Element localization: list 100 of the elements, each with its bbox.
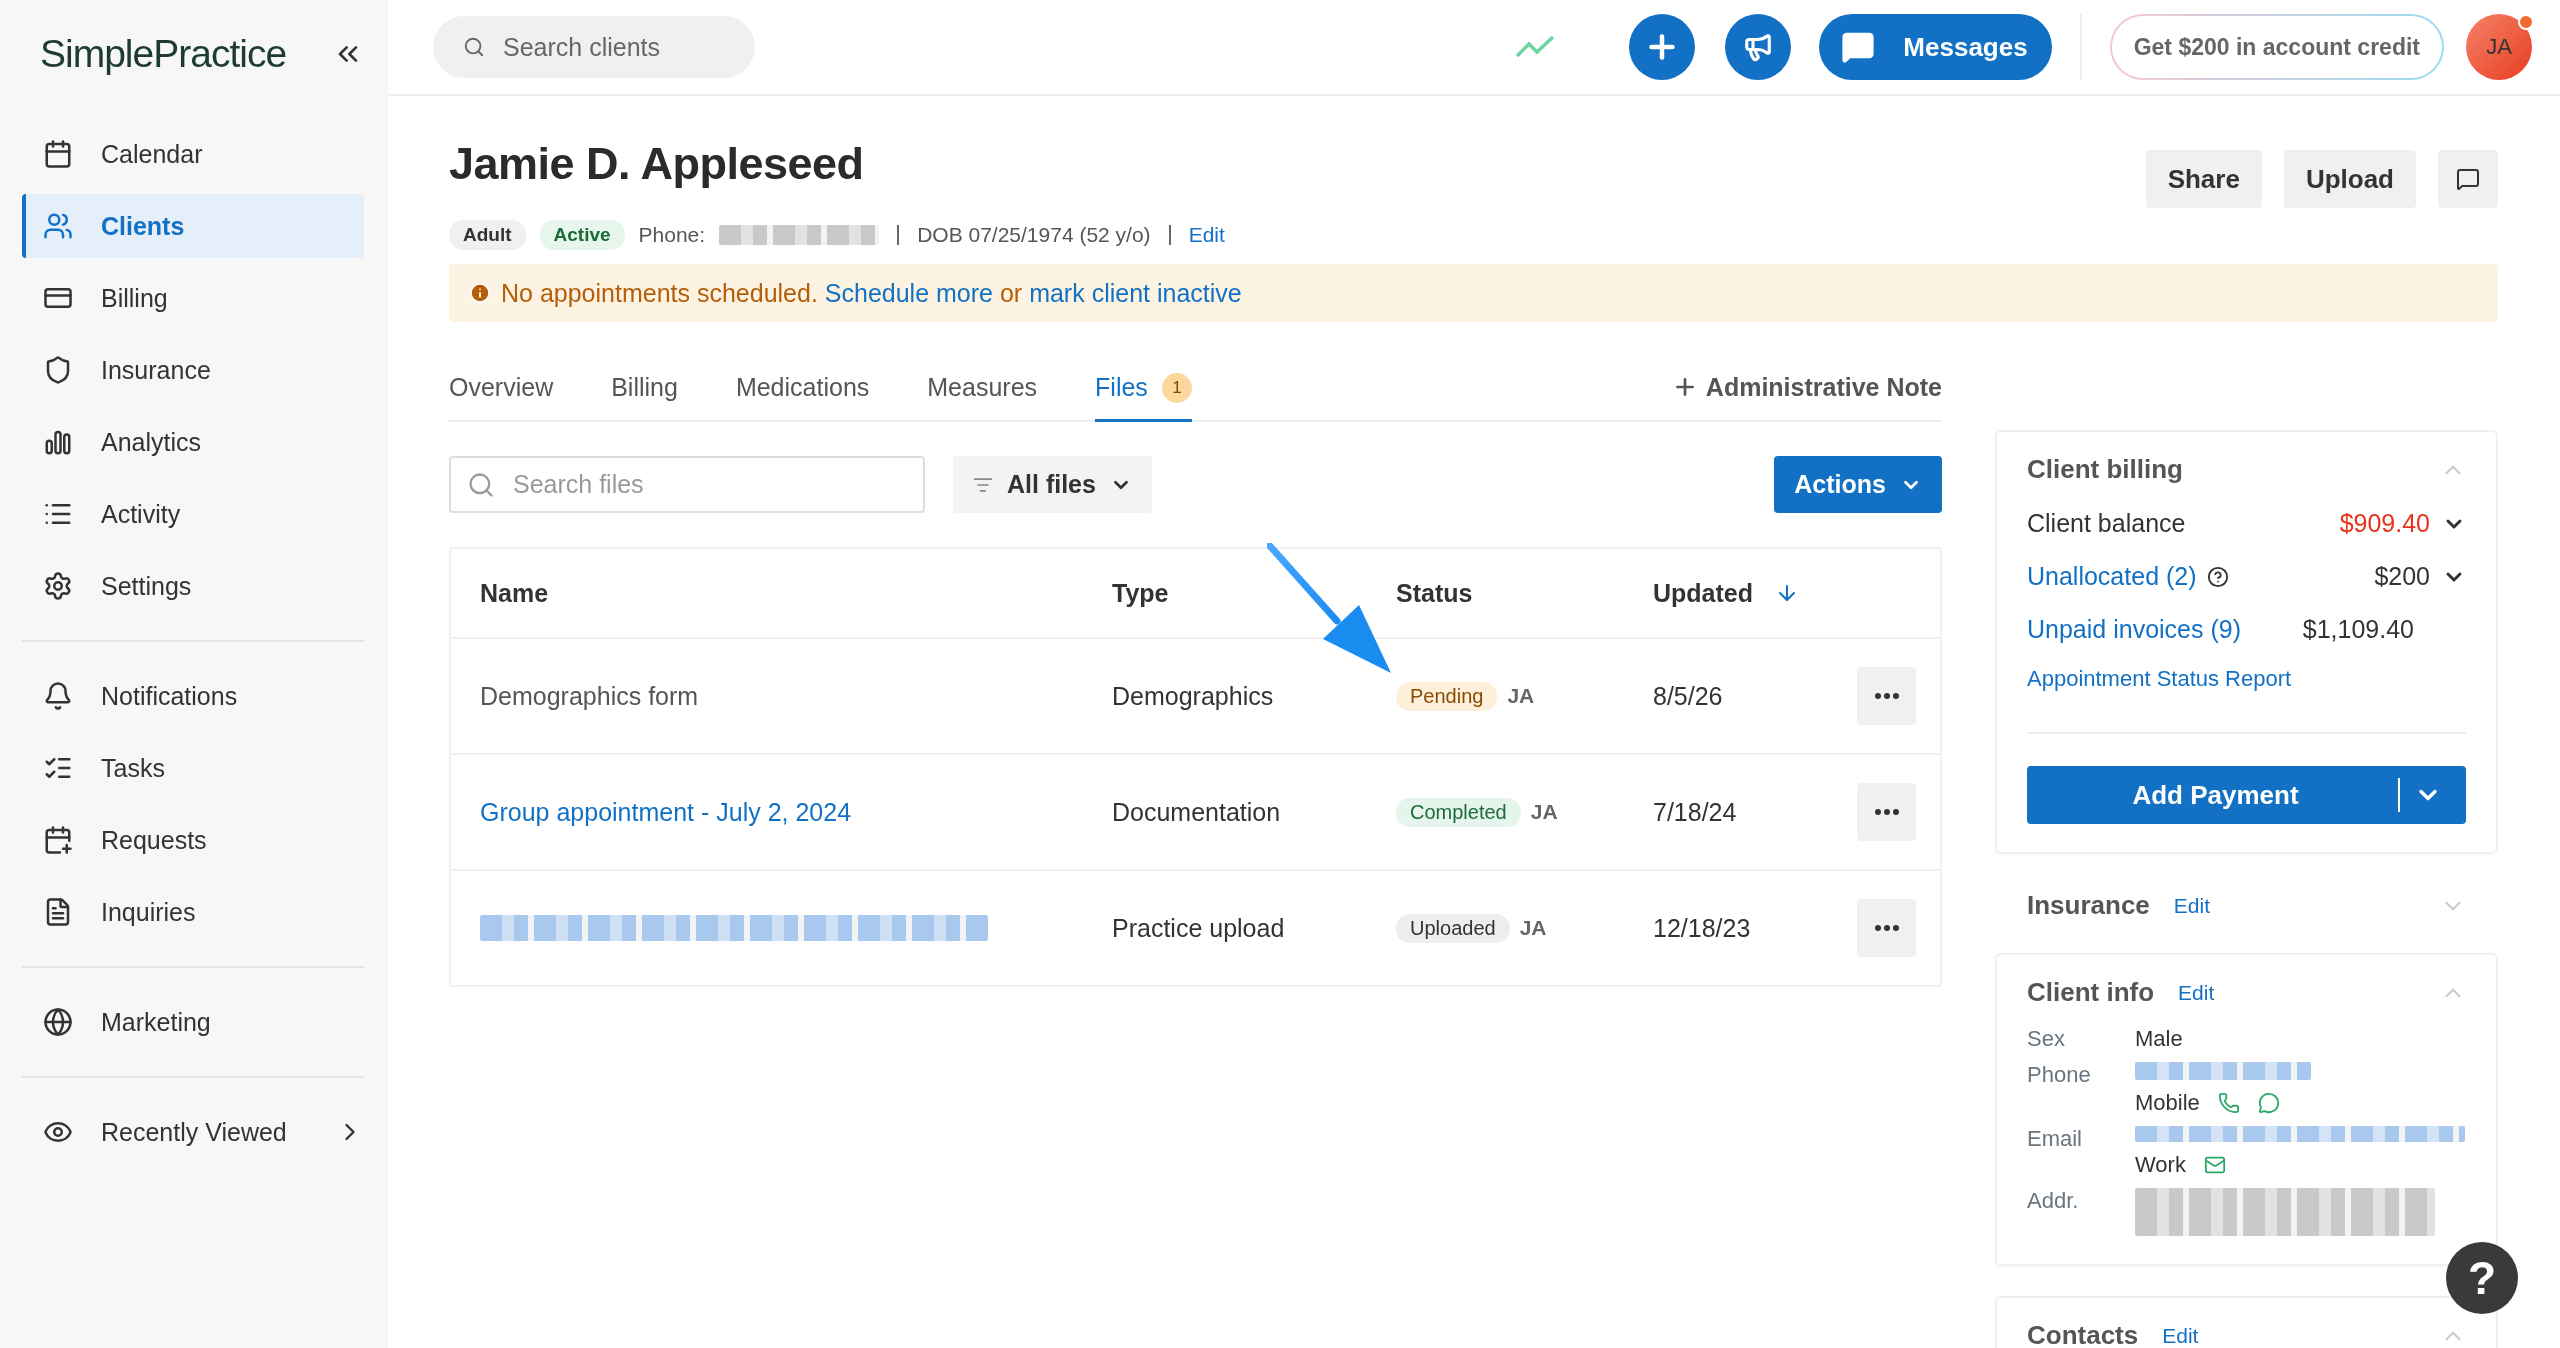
nav-item[interactable]: Insurance [22, 338, 364, 402]
phone-label: Phone: [638, 223, 706, 247]
calendar-icon [43, 139, 73, 169]
edit-link[interactable]: Edit [2178, 980, 2215, 1005]
help-button[interactable]: ? [2446, 1242, 2518, 1314]
field-label: Addr. [2027, 1188, 2080, 1215]
table-cell-text: 7/18/24 [1653, 797, 1738, 827]
search-icon [463, 36, 485, 58]
header-button[interactable]: Upload [2283, 150, 2416, 208]
field-label: Phone [2027, 1062, 2092, 1089]
tab[interactable]: Medications [735, 366, 870, 422]
phone-icon[interactable] [2217, 1092, 2240, 1114]
nav-item[interactable]: Analytics [22, 410, 364, 474]
column-header[interactable]: Updated [1653, 578, 1753, 608]
search-icon [467, 470, 495, 499]
amount: $909.40 [2339, 509, 2430, 538]
more-button[interactable] [1857, 783, 1916, 841]
alert-text: No appointments scheduled. Schedule more or mark client inactive [501, 278, 1242, 308]
nav-item[interactable]: Billing [22, 266, 364, 330]
settings-icon [43, 571, 73, 601]
tab[interactable]: Billing [611, 366, 678, 422]
filter-button[interactable]: All files [953, 456, 1152, 513]
calendar-plus-icon [43, 825, 73, 855]
field-label: Sex [2027, 1026, 2066, 1052]
ellipsis-icon [1874, 693, 1899, 699]
card-title: Client billing [2027, 454, 2183, 485]
billing-label: Client balance [2027, 509, 2186, 538]
nav-item[interactable]: Clients [22, 194, 364, 258]
nav-item[interactable]: Recently Viewed [22, 1100, 364, 1164]
speech-bubble-icon [1841, 30, 1876, 64]
search-field[interactable]: Search files [449, 456, 925, 513]
more-button[interactable] [1857, 667, 1916, 725]
nav-item[interactable]: Tasks [22, 736, 364, 800]
info-icon [469, 282, 491, 304]
bell-icon [43, 681, 73, 711]
field-value: Male [2135, 1026, 2184, 1052]
comment-button[interactable] [2438, 150, 2498, 208]
nav-item[interactable]: Marketing [22, 990, 364, 1054]
logo[interactable]: SimplePractice [40, 32, 287, 76]
messages-button[interactable]: Messages [1819, 14, 2052, 80]
comment-icon [2456, 167, 2480, 191]
column-header[interactable]: Name [480, 578, 1112, 608]
edit-link[interactable]: Edit [2162, 1323, 2199, 1348]
users-icon [43, 211, 73, 241]
admin-note-button[interactable]: Administrative Note [1671, 364, 1942, 420]
card-title: Insurance [2027, 890, 2150, 921]
mail-icon[interactable] [2203, 1154, 2226, 1176]
amount: $1,109.40 [2302, 615, 2414, 644]
header-button[interactable]: Share [2145, 150, 2262, 208]
client-tag: Adult [449, 220, 526, 250]
tab[interactable]: Overview [449, 366, 554, 422]
ellipsis-icon [1874, 809, 1899, 815]
table-cell-text: 12/18/23 [1653, 913, 1752, 943]
billing-link[interactable]: Unpaid invoices (9) [2027, 615, 2241, 644]
nav-item[interactable]: Inquiries [22, 880, 364, 944]
table-cell-text: Documentation [1112, 797, 1282, 827]
amount: $200 [2374, 562, 2430, 591]
nav-item[interactable]: Requests [22, 808, 364, 872]
count-badge: 1 [1161, 372, 1192, 403]
schedule-link[interactable]: Schedule more [824, 278, 993, 307]
megaphone-icon [1743, 32, 1774, 62]
avatar[interactable]: JA [2466, 14, 2532, 80]
dob-text: DOB 07/25/1974 (52 y/o) [917, 223, 1151, 247]
status-badge: Pending [1396, 681, 1498, 711]
more-button[interactable] [1857, 899, 1916, 957]
nav-item[interactable]: Calendar [22, 122, 364, 186]
field-sublabel: Work [2135, 1152, 2186, 1178]
table-cell-text: Practice upload [1112, 913, 1286, 943]
tab[interactable]: Measures [927, 366, 1038, 422]
table-cell-text: Demographics [1112, 681, 1275, 711]
help-icon[interactable] [2206, 565, 2229, 588]
search-field[interactable]: Search clients [433, 16, 755, 78]
chat-icon[interactable] [2257, 1092, 2280, 1114]
client-name: Jamie D. Appleseed [449, 138, 864, 190]
initials: JA [1507, 684, 1535, 708]
column-header[interactable]: Status [1396, 578, 1653, 608]
file-link[interactable]: Group appointment - July 2, 2024 [480, 797, 1112, 827]
file-name: Demographics form [480, 681, 700, 711]
actions-button[interactable]: Actions [1774, 456, 1942, 513]
billing-link[interactable]: Unallocated (2) [2027, 562, 2197, 591]
card-title: Contacts [2027, 1320, 2139, 1348]
initials: JA [1519, 916, 1547, 940]
card-title: Client info [2027, 977, 2155, 1008]
edit-link[interactable]: Edit [2173, 893, 2210, 918]
nav-item[interactable]: Settings [22, 554, 364, 618]
field-label: Email [2027, 1126, 2083, 1153]
field-sublabel: Mobile [2135, 1090, 2200, 1116]
nav-item[interactable]: Notifications [22, 664, 364, 728]
nav-item[interactable]: Activity [22, 482, 364, 546]
tab[interactable]: Files 1 [1095, 366, 1192, 422]
column-header[interactable]: Type [1112, 578, 1396, 608]
status-badge: Completed [1396, 797, 1521, 827]
ellipsis-icon [1874, 925, 1899, 931]
table-cell-text: 8/5/26 [1653, 681, 1724, 711]
report-link[interactable]: Appointment Status Report [2027, 666, 2466, 734]
add-payment-button[interactable]: Add Payment [2027, 766, 2466, 824]
client-tag: Active [539, 220, 625, 250]
globe-icon [43, 1007, 73, 1037]
initials: JA [1530, 800, 1558, 824]
edit-link[interactable]: Edit [1188, 223, 1225, 247]
